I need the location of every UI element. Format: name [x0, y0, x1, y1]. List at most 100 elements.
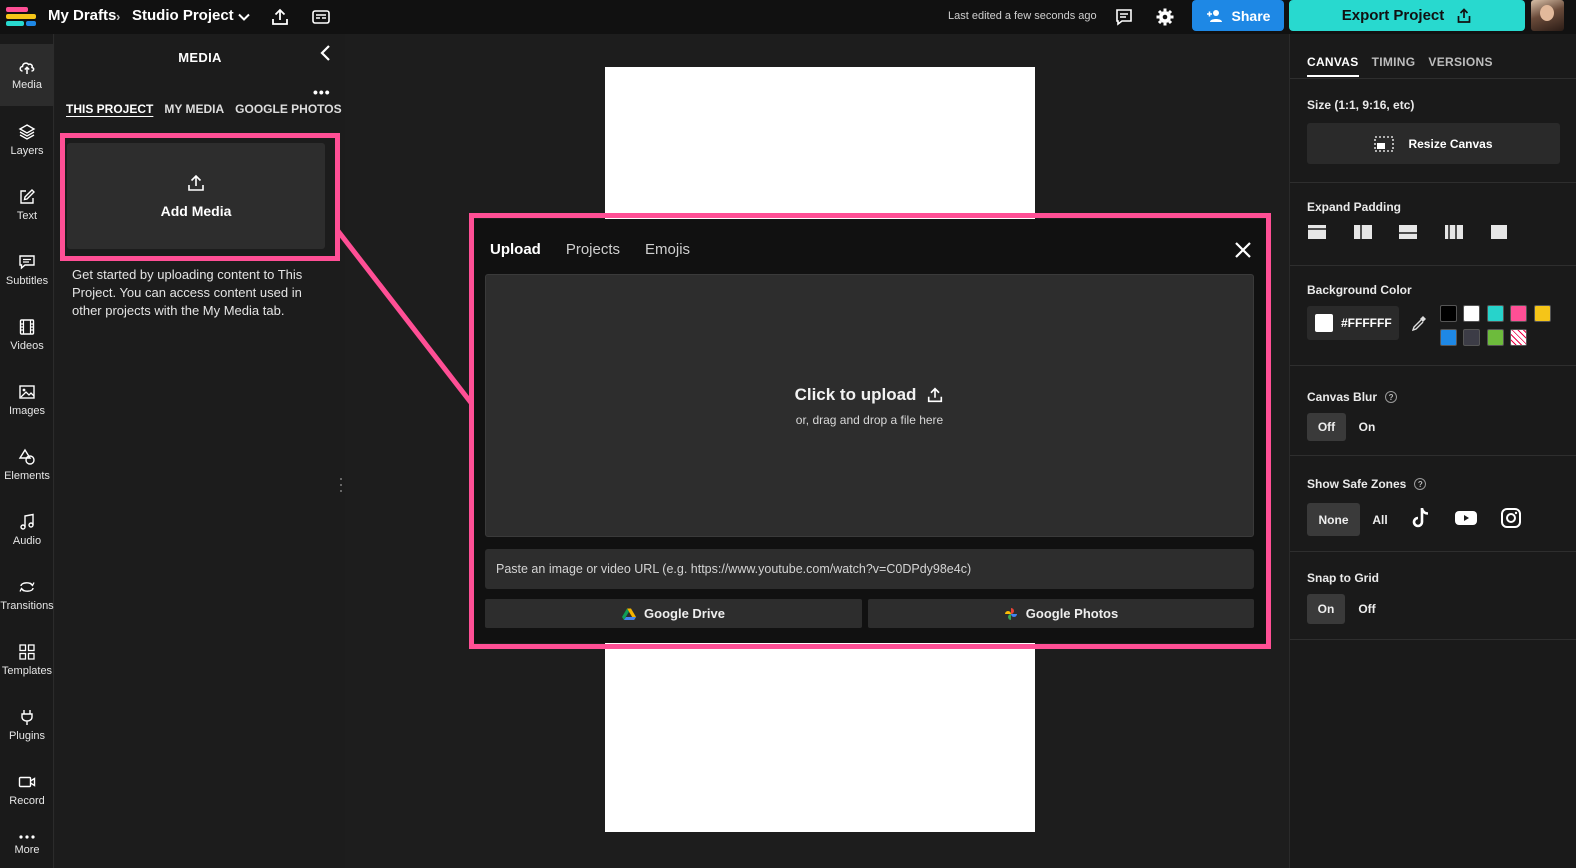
- safe-zone-none-toggle[interactable]: None: [1307, 503, 1360, 536]
- rail-item-text[interactable]: Text: [0, 174, 54, 236]
- close-icon[interactable]: [1234, 241, 1252, 264]
- blur-on-toggle[interactable]: On: [1350, 413, 1384, 441]
- panel-resize-handle[interactable]: [340, 478, 344, 492]
- background-color-value: #FFFFFF: [1341, 316, 1392, 330]
- background-color-picker[interactable]: #FFFFFF: [1307, 306, 1399, 340]
- tab-google-photos[interactable]: GOOGLE PHOTOS: [235, 102, 341, 116]
- google-drive-button[interactable]: Google Drive: [485, 599, 862, 628]
- pad-left-icon[interactable]: [1444, 224, 1464, 240]
- chevron-down-icon[interactable]: [232, 5, 256, 29]
- rail-label-audio: Audio: [12, 535, 42, 547]
- rail-item-images[interactable]: Images: [0, 369, 54, 431]
- pad-top-icon[interactable]: [1307, 224, 1327, 240]
- rail-item-media[interactable]: Media: [0, 44, 54, 106]
- tab-timing[interactable]: TIMING: [1372, 55, 1416, 77]
- rail-item-videos[interactable]: Videos: [0, 304, 54, 366]
- cloud-upload-icon: [19, 62, 35, 74]
- image-icon: [19, 385, 35, 399]
- avatar[interactable]: [1531, 0, 1564, 31]
- google-photos-button[interactable]: Google Photos: [868, 599, 1254, 628]
- rail-item-templates[interactable]: Templates: [0, 629, 54, 691]
- upload-drop-zone[interactable]: Click to upload or, drag and drop a file…: [485, 274, 1254, 537]
- tiktok-icon[interactable]: [1409, 506, 1433, 530]
- rail-label-text: Text: [16, 210, 38, 222]
- subtitles-icon[interactable]: [309, 5, 333, 29]
- background-color-label: Background Color: [1307, 283, 1412, 297]
- properties-panel: CANVAS TIMING VERSIONS Size (1:1, 9:16, …: [1289, 34, 1576, 868]
- snap-to-grid-label: Snap to Grid: [1307, 571, 1379, 585]
- tabs-divider: [1290, 78, 1576, 79]
- rail-item-subtitles[interactable]: Subtitles: [0, 239, 54, 301]
- pad-bottom-icon[interactable]: [1398, 224, 1418, 240]
- resize-canvas-button[interactable]: Resize Canvas: [1307, 123, 1560, 164]
- swatch-green[interactable]: [1487, 329, 1504, 346]
- help-icon[interactable]: ?: [1414, 478, 1427, 490]
- gear-icon[interactable]: [1153, 5, 1177, 29]
- rail-item-layers[interactable]: Layers: [0, 109, 54, 171]
- swatch-pink[interactable]: [1510, 305, 1527, 322]
- app-logo-icon[interactable]: [6, 4, 38, 30]
- rail-item-more[interactable]: More: [0, 822, 54, 868]
- breadcrumb-my-drafts[interactable]: My Drafts: [48, 7, 116, 24]
- rail-item-elements[interactable]: Elements: [0, 434, 54, 496]
- rail-label-videos: Videos: [10, 340, 44, 352]
- tab-projects[interactable]: Projects: [566, 241, 620, 258]
- section-divider: [1290, 182, 1576, 183]
- music-note-icon: [20, 513, 34, 530]
- transition-icon: [19, 582, 35, 592]
- eyedropper-icon[interactable]: [1410, 314, 1428, 337]
- tab-upload[interactable]: Upload: [490, 241, 541, 258]
- help-icon[interactable]: ?: [1385, 391, 1398, 403]
- rail-item-transitions[interactable]: Transitions: [0, 564, 54, 626]
- tab-my-media[interactable]: MY MEDIA: [164, 102, 224, 116]
- swatch-blue[interactable]: [1440, 329, 1457, 346]
- swatch-white[interactable]: [1463, 305, 1480, 322]
- drop-zone-subtitle: or, drag and drop a file here: [795, 412, 944, 427]
- tab-versions[interactable]: VERSIONS: [1428, 55, 1492, 77]
- rail-item-plugins[interactable]: Plugins: [0, 694, 54, 756]
- rail-label-templates: Templates: [1, 665, 53, 677]
- more-dots-icon: [19, 835, 35, 839]
- rail-label-more: More: [14, 844, 40, 856]
- comment-icon[interactable]: [1112, 5, 1136, 29]
- rail-item-audio[interactable]: Audio: [0, 499, 54, 561]
- youtube-icon[interactable]: [1454, 506, 1478, 530]
- google-photos-icon: [1004, 607, 1017, 620]
- rail-item-record[interactable]: Record: [0, 759, 54, 821]
- pad-right-icon[interactable]: [1353, 224, 1373, 240]
- tab-emojis[interactable]: Emojis: [645, 241, 690, 258]
- upload-icon[interactable]: [268, 5, 292, 29]
- text-edit-icon: [20, 189, 35, 204]
- drop-zone-title: Click to upload: [795, 385, 945, 405]
- export-project-button[interactable]: Export Project: [1289, 0, 1525, 31]
- tab-this-project[interactable]: THIS PROJECT: [66, 102, 153, 116]
- project-name[interactable]: Studio Project: [132, 7, 234, 24]
- upload-icon: [928, 387, 943, 402]
- current-color-swatch: [1315, 314, 1333, 332]
- swatch-transparent[interactable]: [1510, 329, 1527, 346]
- rail-label-record: Record: [9, 795, 45, 807]
- tab-canvas[interactable]: CANVAS: [1307, 55, 1359, 77]
- swatch-black[interactable]: [1440, 305, 1457, 322]
- instagram-icon[interactable]: [1499, 506, 1523, 530]
- breadcrumb-separator: ›: [116, 9, 121, 24]
- swatch-teal[interactable]: [1487, 305, 1504, 322]
- safe-zones-label: Show Safe Zones: [1307, 477, 1407, 491]
- rail-label-media: Media: [12, 79, 42, 91]
- blur-off-toggle[interactable]: Off: [1307, 413, 1346, 441]
- chevron-left-icon[interactable]: [319, 44, 333, 67]
- safe-zone-all-toggle[interactable]: All: [1364, 503, 1396, 536]
- swatch-dark-gray[interactable]: [1463, 329, 1480, 346]
- swatch-yellow[interactable]: [1534, 305, 1551, 322]
- google-photos-label: Google Photos: [1025, 606, 1119, 621]
- rail-label-transitions: Transitions: [0, 600, 54, 612]
- share-button[interactable]: Share: [1192, 0, 1284, 31]
- pad-all-icon[interactable]: [1489, 224, 1509, 240]
- snap-grid-off-toggle[interactable]: Off: [1349, 594, 1385, 624]
- more-options-icon[interactable]: •••: [313, 84, 331, 100]
- left-rail: Media Layers Text Subtitles Videos Image…: [0, 34, 54, 868]
- snap-grid-on-toggle[interactable]: On: [1307, 594, 1345, 624]
- media-url-input[interactable]: [485, 549, 1254, 589]
- top-bar: My Drafts › Studio Project Last edited a…: [0, 0, 1576, 34]
- section-divider: [1290, 639, 1576, 640]
